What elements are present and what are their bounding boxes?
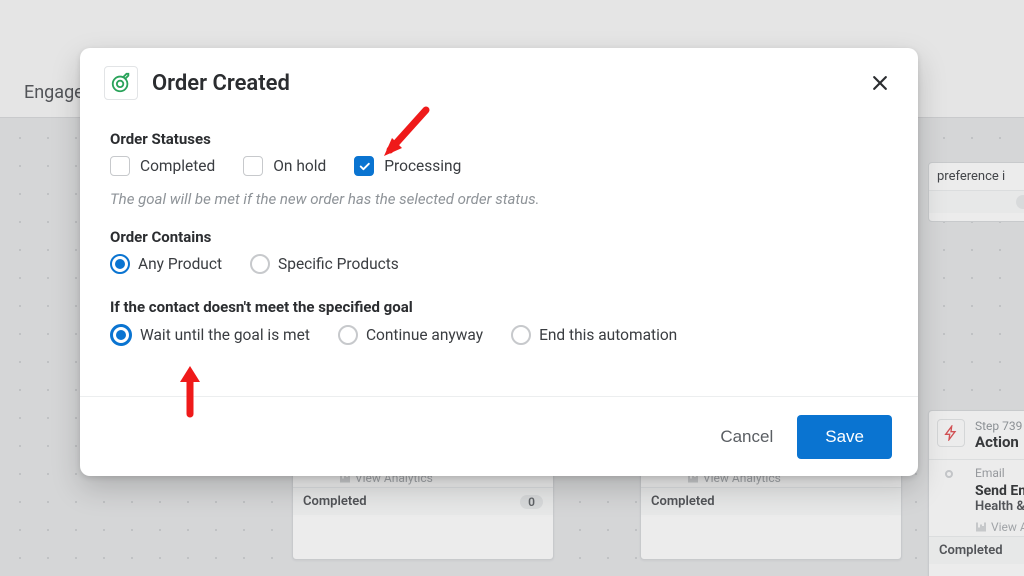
order-statuses-label: Order Statuses (110, 130, 888, 148)
order-statuses-hint: The goal will be met if the new order ha… (110, 190, 888, 208)
radio[interactable] (511, 325, 531, 345)
option-label: Any Product (138, 255, 222, 273)
status-option-processing[interactable]: Processing (354, 156, 461, 176)
save-button[interactable]: Save (797, 415, 892, 459)
checkbox[interactable] (243, 156, 263, 176)
option-label: Processing (384, 157, 461, 175)
contains-option-specific-products[interactable]: Specific Products (250, 254, 399, 274)
contains-option-any-product[interactable]: Any Product (110, 254, 222, 274)
checkbox[interactable] (110, 156, 130, 176)
option-label: On hold (273, 157, 326, 175)
checkbox[interactable] (354, 156, 374, 176)
goal-icon (104, 66, 138, 100)
unmet-goal-label: If the contact doesn't meet the specifie… (110, 298, 888, 316)
option-label: Wait until the goal is met (140, 326, 310, 344)
close-button[interactable] (866, 69, 894, 97)
unmet-option-end-this-automation[interactable]: End this automation (511, 325, 677, 345)
unmet-option-wait-until-the-goal-is-met[interactable]: Wait until the goal is met (110, 324, 310, 346)
option-label: Continue anyway (366, 326, 483, 344)
radio[interactable] (110, 324, 132, 346)
cancel-button[interactable]: Cancel (716, 421, 777, 453)
radio[interactable] (250, 254, 270, 274)
order-contains-label: Order Contains (110, 228, 888, 246)
unmet-option-continue-anyway[interactable]: Continue anyway (338, 325, 483, 345)
option-label: Specific Products (278, 255, 399, 273)
status-option-completed[interactable]: Completed (110, 156, 215, 176)
radio[interactable] (338, 325, 358, 345)
radio[interactable] (110, 254, 130, 274)
status-option-on-hold[interactable]: On hold (243, 156, 326, 176)
option-label: End this automation (539, 326, 677, 344)
order-created-modal: Order Created Order Statuses Completed On… (80, 48, 918, 476)
option-label: Completed (140, 157, 215, 175)
modal-title: Order Created (152, 71, 290, 96)
